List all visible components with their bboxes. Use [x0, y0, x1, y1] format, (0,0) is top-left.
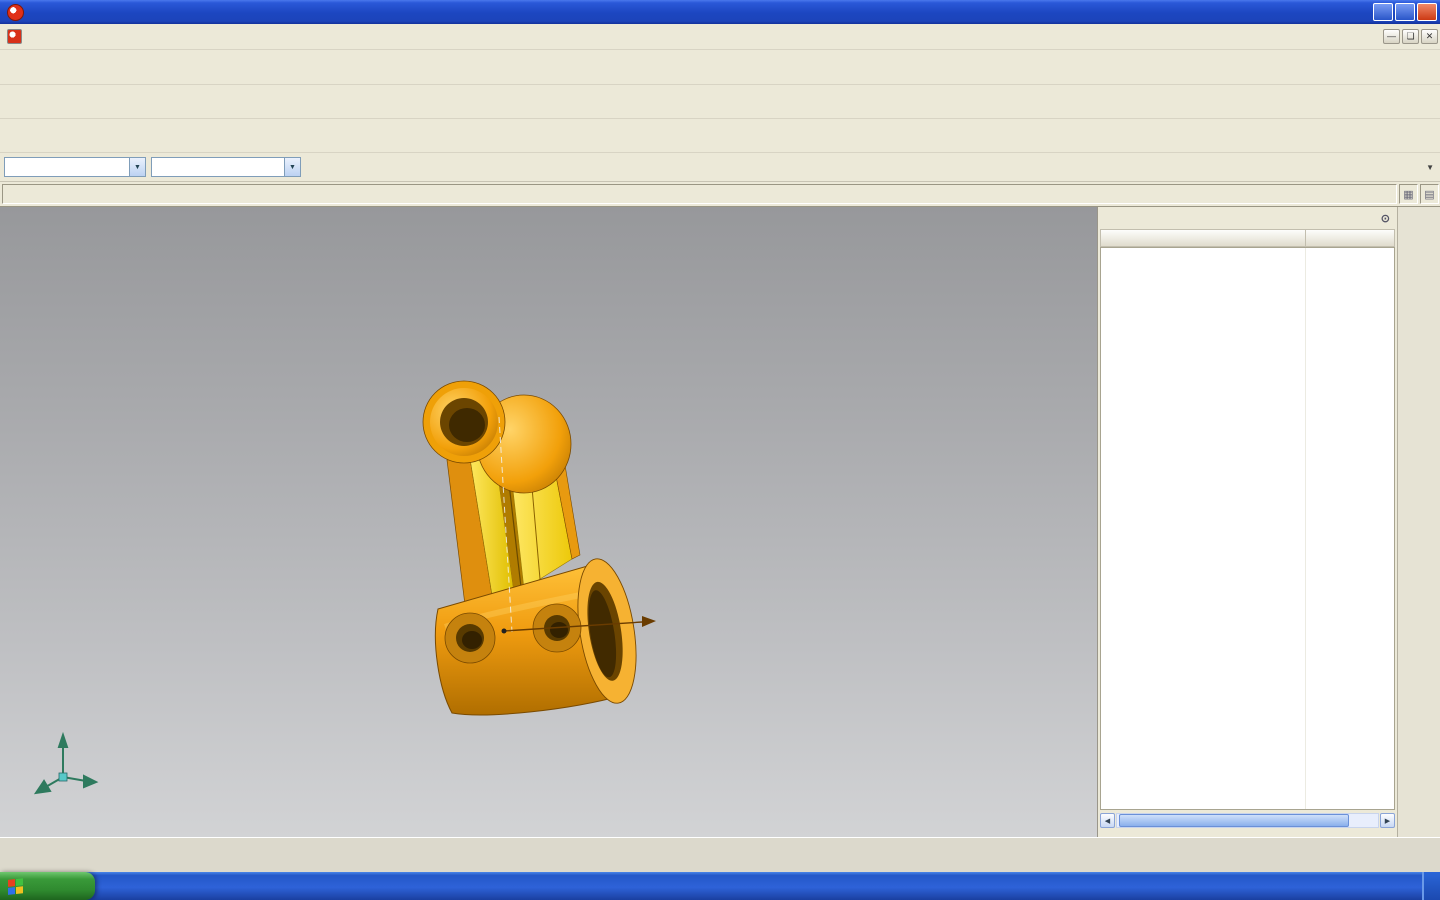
start-button[interactable]	[0, 872, 95, 900]
nx-application-window: — ❏ ✕ ▼ ▼ ▼ ▦ ▤ ⊙ ◀ ▶	[0, 0, 1440, 900]
cue-table-icon[interactable]: ▤	[1420, 184, 1439, 204]
mdi-close-button[interactable]: ✕	[1421, 29, 1438, 44]
resource-bar	[1397, 207, 1440, 837]
selection-scope-select[interactable]: ▼	[151, 157, 301, 177]
standard-toolbar	[0, 50, 1440, 85]
feature-toolbar	[0, 85, 1440, 119]
restore-button[interactable]	[1395, 3, 1415, 21]
scroll-left-icon[interactable]: ◀	[1100, 813, 1115, 828]
horizontal-scrollbar[interactable]: ◀ ▶	[1100, 813, 1395, 828]
selection-bar: ▼ ▼ ▼	[0, 153, 1440, 182]
navigator-column-headers	[1100, 229, 1395, 247]
mdi-minimize-button[interactable]: —	[1383, 29, 1400, 44]
pin-icon[interactable]: ⊙	[1381, 212, 1390, 225]
model-boss[interactable]	[422, 380, 572, 494]
scroll-right-icon[interactable]: ▶	[1380, 813, 1395, 828]
close-button[interactable]	[1417, 3, 1437, 21]
menu-bar: — ❏ ✕	[0, 24, 1440, 50]
nx-logo-icon	[7, 3, 24, 21]
sketch-toolbar	[0, 837, 1440, 872]
wcs-triad[interactable]	[33, 731, 99, 795]
model-3d[interactable]	[0, 207, 1097, 837]
cue-bar: ▦ ▤	[0, 182, 1440, 207]
chevron-down-icon[interactable]: ▼	[284, 158, 300, 176]
column-header-name[interactable]	[1101, 230, 1306, 246]
navigator-tree	[1100, 247, 1395, 810]
windows-taskbar	[0, 872, 1440, 900]
windows-logo-icon	[8, 877, 24, 895]
prompt-message	[2, 184, 1397, 204]
column-header-note[interactable]	[1306, 230, 1394, 246]
column-divider	[1305, 248, 1306, 809]
title-bar	[0, 0, 1440, 24]
cue-grid-icon[interactable]: ▦	[1399, 184, 1418, 204]
minimize-button[interactable]	[1373, 3, 1393, 21]
chevron-down-icon[interactable]: ▼	[129, 158, 145, 176]
view-utility-toolbar	[0, 119, 1440, 153]
graphics-window[interactable]	[0, 207, 1097, 837]
child-window-icon	[7, 29, 22, 44]
part-navigator-panel: ⊙ ◀ ▶	[1097, 207, 1397, 837]
system-tray	[1422, 872, 1440, 900]
scrollbar-thumb[interactable]	[1119, 814, 1349, 827]
mdi-restore-button[interactable]: ❏	[1402, 29, 1419, 44]
toolbar-overflow-icon[interactable]: ▼	[1426, 163, 1434, 172]
type-filter-select[interactable]: ▼	[4, 157, 146, 177]
